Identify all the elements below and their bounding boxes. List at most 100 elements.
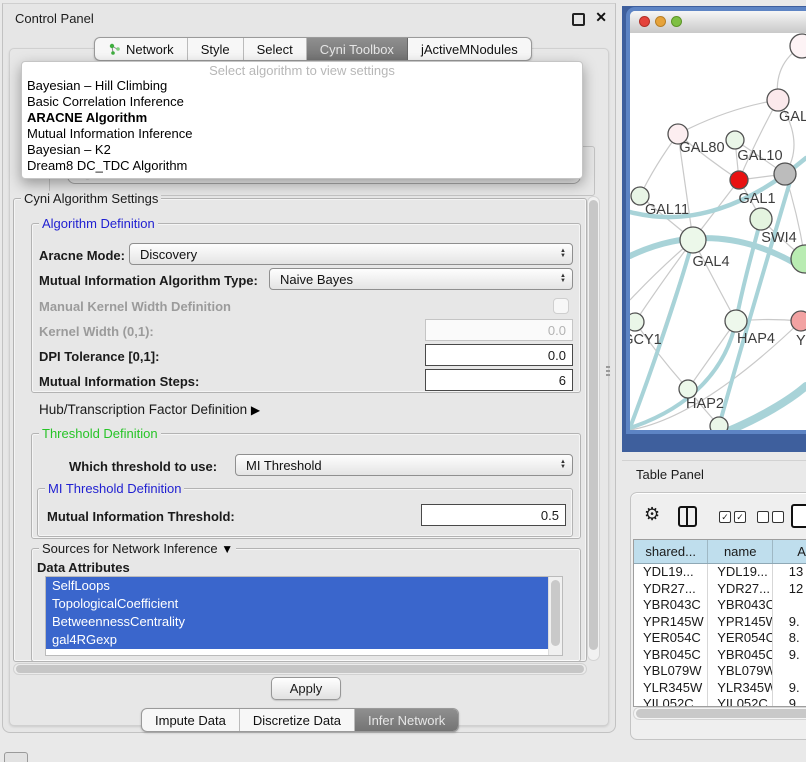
table-row[interactable]: YLR345WYLR345W9. <box>634 680 806 697</box>
zoom-traffic-icon[interactable] <box>671 16 682 27</box>
algorithm-option[interactable]: Bayesian – Hill Climbing <box>22 78 582 94</box>
tab-select[interactable]: Select <box>244 38 307 60</box>
aracne-mode-label: Aracne Mode: <box>39 248 125 263</box>
network-window-titlebar[interactable] <box>630 11 806 34</box>
select-all-checks-icon[interactable]: ✓ ✓ <box>719 511 746 523</box>
manual-kernel-label: Manual Kernel Width Definition <box>39 299 231 314</box>
tab-impute-data[interactable]: Impute Data <box>142 709 240 731</box>
hub-definition-expander[interactable]: Hub/Transcription Factor Definition ▶ <box>39 402 260 417</box>
table-row[interactable]: YBR043CYBR043C <box>634 597 806 614</box>
node-label: GAL1 <box>738 191 775 207</box>
node-gal-top[interactable] <box>767 89 789 111</box>
close-traffic-icon[interactable] <box>639 16 650 27</box>
table-panel: ⚙ ✓ ✓ shared... name A YDL19...YDL19...1… <box>630 492 806 740</box>
table-panel-header: Table Panel <box>622 460 806 489</box>
node-label: HAP4 <box>737 331 775 347</box>
close-icon[interactable]: ✕ <box>595 9 607 26</box>
settings-horizontal-scrollbar[interactable] <box>13 663 587 675</box>
attribute-item-selected[interactable]: BetweennessCentrality <box>46 613 562 631</box>
manual-kernel-checkbox[interactable] <box>553 298 569 314</box>
splitter-grip[interactable] <box>606 366 610 378</box>
tab-network[interactable]: Network <box>95 38 188 60</box>
tab-style[interactable]: Style <box>188 38 244 60</box>
network-desktop: GAL GAL80 GAL10 GAL1 GAL11 GAL4 SWI4 GCY… <box>622 6 806 452</box>
kernel-width-label: Kernel Width (0,1): <box>39 324 154 339</box>
tab-discretize-data[interactable]: Discretize Data <box>240 709 355 731</box>
network-icon <box>108 43 121 56</box>
mi-threshold-field[interactable]: 0.5 <box>421 504 566 526</box>
tab-network-label: Network <box>126 42 174 57</box>
column-header[interactable]: A <box>772 540 806 563</box>
network-graph[interactable]: GAL GAL80 GAL10 GAL1 GAL11 GAL4 SWI4 GCY… <box>630 33 806 430</box>
network-edges-highlighted[interactable] <box>630 158 806 430</box>
data-attributes-label: Data Attributes <box>37 560 130 575</box>
deselect-all-checks-icon[interactable] <box>757 511 784 523</box>
algorithm-option-selected[interactable]: ARACNE Algorithm <box>22 110 582 126</box>
mi-steps-field[interactable]: 6 <box>425 369 573 391</box>
algorithm-option[interactable]: Mutual Information Inference <box>22 126 582 142</box>
node-table[interactable]: shared... name A YDL19...YDL19...13 YDR2… <box>633 539 806 707</box>
table-row[interactable]: YBL079WYBL079W <box>634 663 806 680</box>
settings-vertical-scrollbar[interactable] <box>587 196 600 661</box>
tab-infer-network[interactable]: Infer Network <box>355 709 458 731</box>
document-icon-partial[interactable] <box>791 504 806 528</box>
attribute-item-selected[interactable]: gal4RGexp <box>46 631 562 649</box>
node-label: GAL11 <box>645 202 689 218</box>
dpi-tolerance-field[interactable]: 0.0 <box>425 344 573 366</box>
algorithm-option[interactable]: Basic Correlation Inference <box>22 94 582 110</box>
node-gcy1[interactable] <box>630 313 644 331</box>
network-canvas[interactable]: GAL GAL80 GAL10 GAL1 GAL11 GAL4 SWI4 GCY… <box>630 33 806 430</box>
table-row[interactable]: YIL052CYIL052C9. <box>634 696 806 707</box>
control-panel-tabbar: Network Style Select Cyni Toolbox jActiv… <box>94 37 532 61</box>
node-partial-top[interactable] <box>790 34 806 58</box>
attribute-item-selected[interactable]: TopologicalCoefficient <box>46 595 562 613</box>
threshold-title: Threshold Definition <box>39 426 161 441</box>
node-gal4[interactable] <box>680 227 706 253</box>
node-label: GCY1 <box>630 332 662 348</box>
algorithm-dropdown-popup: Select algorithm to view settings Bayesi… <box>21 61 583 179</box>
node-label: HAP2 <box>686 396 724 412</box>
node-label: GAL4 <box>692 254 729 270</box>
list-scrollbar[interactable] <box>548 577 562 655</box>
table-row[interactable]: YER054CYER054C8. <box>634 630 806 647</box>
tab-jactivemnodules[interactable]: jActiveMNodules <box>408 38 531 60</box>
table-row[interactable]: YBR045CYBR045C9. <box>634 647 806 664</box>
node-partial-bottom[interactable] <box>710 417 728 430</box>
node-label: GAL <box>779 109 806 125</box>
mi-threshold-title: MI Threshold Definition <box>45 481 184 496</box>
node-y[interactable] <box>791 311 806 331</box>
column-header[interactable]: shared... <box>634 540 707 563</box>
node-hap4[interactable] <box>725 310 747 332</box>
which-threshold-combo[interactable]: MI Threshold ▲▼ <box>235 454 573 476</box>
algorithm-option[interactable]: Dream8 DC_TDC Algorithm <box>22 158 582 174</box>
attribute-item-selected[interactable]: SelfLoops <box>46 577 562 595</box>
table-row[interactable]: YDR27...YDR27...12 <box>634 581 806 598</box>
float-window-icon[interactable] <box>572 13 585 26</box>
node-gray[interactable] <box>774 163 796 185</box>
stepper-icon: ▲▼ <box>560 249 566 259</box>
cyni-settings-title: Cyni Algorithm Settings <box>21 191 161 206</box>
node-label: Y <box>796 333 806 349</box>
apply-button[interactable]: Apply <box>271 677 341 700</box>
table-row[interactable]: YPR145WYPR145W9. <box>634 614 806 631</box>
table-header-row[interactable]: shared... name A <box>634 540 806 564</box>
columns-icon[interactable] <box>678 506 697 527</box>
algorithm-dropdown-prompt: Select algorithm to view settings <box>22 63 582 78</box>
minimize-traffic-icon[interactable] <box>655 16 666 27</box>
node-gal1[interactable] <box>750 208 772 230</box>
table-horizontal-scrollbar[interactable] <box>633 707 806 720</box>
aracne-mode-combo[interactable]: Discovery ▲▼ <box>129 243 573 265</box>
node-red-selected[interactable] <box>730 171 748 189</box>
corner-button-partial[interactable] <box>4 752 28 762</box>
mi-type-combo[interactable]: Naive Bayes ▲▼ <box>269 268 573 290</box>
tab-cyni-toolbox[interactable]: Cyni Toolbox <box>307 38 408 60</box>
cyni-bottom-tabbar: Impute Data Discretize Data Infer Networ… <box>141 708 459 732</box>
stepper-icon: ▲▼ <box>560 274 566 284</box>
table-row[interactable]: YDL19...YDL19...13 <box>634 564 806 581</box>
column-header[interactable]: name <box>707 540 772 563</box>
algorithm-option[interactable]: Bayesian – K2 <box>22 142 582 158</box>
gear-icon[interactable]: ⚙ <box>644 505 660 523</box>
sources-title[interactable]: Sources for Network Inference ▼ <box>39 541 236 556</box>
node-gal10[interactable] <box>726 131 744 149</box>
chevron-down-icon: ▼ <box>221 542 233 556</box>
